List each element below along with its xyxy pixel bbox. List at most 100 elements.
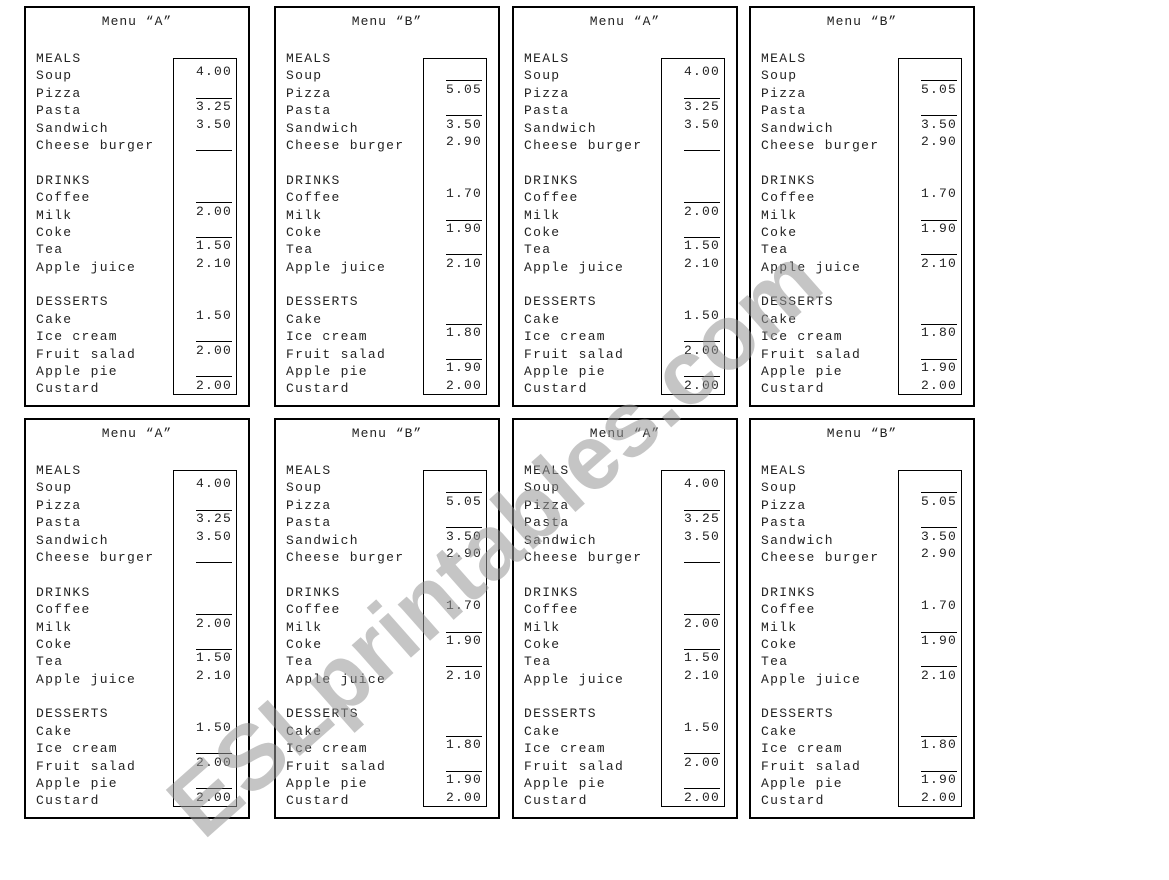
price-value: 1.50: [681, 308, 731, 328]
price-text: 2.00: [684, 789, 721, 805]
price-text: 4.00: [196, 64, 233, 80]
price-value: 1.90: [443, 221, 493, 241]
price-text: 1.80: [921, 737, 958, 753]
price-value: 1.90: [918, 633, 968, 653]
menu-card-b: Menu “B” MEALS Soup Pizza 5.05 Pasta Sandwich 3…: [274, 6, 500, 407]
price-blank[interactable]: [681, 137, 731, 154]
price-value: 1.70: [918, 598, 968, 618]
price-text: 1.50: [684, 650, 721, 666]
price-value: 4.00: [681, 64, 731, 84]
price-value: 1.50: [193, 308, 243, 328]
blank-line: [684, 562, 720, 563]
price-text: 2.00: [921, 377, 958, 393]
price-text: 2.00: [196, 377, 233, 393]
price-text: 1.70: [921, 598, 958, 614]
price-text: 5.05: [446, 493, 483, 509]
price-value: 2.00: [193, 616, 243, 636]
price-text: 1.50: [196, 720, 233, 735]
section-heading: MEALS: [286, 51, 332, 66]
price-value: 5.05: [443, 493, 493, 514]
price-text: 2.00: [921, 789, 958, 805]
price-text: 3.50: [446, 116, 483, 132]
menu-title: Menu “A”: [101, 14, 173, 29]
price-value: 3.50: [193, 528, 243, 549]
price-text: 3.50: [196, 116, 233, 132]
price-text: 1.90: [921, 772, 958, 788]
price-value: 1.70: [443, 598, 493, 618]
price-text: 1.80: [921, 325, 958, 341]
price-value: 2.00: [681, 377, 731, 398]
section-heading: MEALS: [761, 463, 807, 478]
price-text: 3.25: [196, 511, 233, 527]
price-text: 2.10: [196, 667, 233, 683]
price-blank[interactable]: [193, 137, 243, 154]
menu-card-a: Menu “A” MEALS Soup 4.00 Pizza Pasta 3.25 Sandw…: [24, 6, 250, 407]
price-value: 1.80: [918, 737, 968, 757]
price-value: 2.10: [918, 256, 968, 276]
price-text: 1.90: [446, 772, 483, 788]
price-blank[interactable]: [193, 549, 243, 566]
price-value: 2.90: [443, 134, 493, 154]
price-text: 2.00: [446, 377, 483, 393]
price-text: 2.00: [196, 754, 233, 770]
section-heading: DESSERTS: [761, 294, 834, 310]
menu-list: MEALS Soup Pizza 5.05 Pasta Sandwich 3.50 Chees…: [761, 50, 961, 398]
price-text: 3.50: [446, 528, 483, 544]
price-value: 1.80: [918, 325, 968, 345]
price-value: 2.00: [918, 789, 968, 810]
price-text: 2.00: [684, 754, 721, 770]
price-text: 1.50: [684, 308, 721, 323]
price-value: 1.50: [193, 720, 243, 740]
menu-list: MEALS Soup Pizza 5.05 Pasta Sandwich 3.50 Chees…: [286, 462, 486, 810]
price-text: 1.80: [446, 737, 483, 753]
menu-card-b: Menu “B” MEALS Soup Pizza 5.05 Pasta Sandwich 3…: [749, 418, 975, 819]
price-value: 2.10: [193, 256, 243, 276]
price-text: 2.00: [684, 203, 721, 219]
price-text: 1.50: [684, 720, 721, 735]
price-text: 2.10: [446, 667, 483, 683]
price-text: 3.50: [921, 528, 958, 544]
price-text: 1.90: [921, 221, 958, 236]
menu-title: Menu “A”: [589, 426, 661, 441]
price-text: 1.50: [684, 238, 721, 254]
price-value: 2.90: [443, 546, 493, 566]
price-text: 2.00: [196, 203, 233, 219]
menu-list: MEALS Soup 4.00 Pizza Pasta 3.25 Sandwich 3.50 C…: [36, 462, 236, 810]
price-text: 3.50: [196, 528, 233, 544]
menu-card-b: Menu “B” MEALS Soup Pizza 5.05 Pasta Sandwich 3…: [749, 6, 975, 407]
section-heading: DRINKS: [36, 584, 91, 600]
price-value: 2.00: [443, 790, 493, 810]
price-text: 5.05: [921, 81, 958, 97]
menu-title: Menu “B”: [826, 426, 898, 441]
price-text: 4.00: [196, 476, 233, 492]
price-blank[interactable]: [681, 549, 731, 566]
section-heading: DESSERTS: [761, 706, 834, 722]
price-text: 2.90: [921, 134, 958, 149]
price-value: 1.90: [918, 221, 968, 241]
price-value: 2.10: [443, 256, 493, 276]
price-text: 1.90: [446, 360, 483, 376]
price-text: 2.00: [684, 615, 721, 631]
blank-line: [196, 150, 232, 151]
price-text: 1.70: [446, 598, 483, 614]
price-value: 2.00: [193, 203, 243, 224]
price-value: 4.00: [193, 64, 243, 84]
price-text: 2.00: [684, 377, 721, 393]
price-value: 2.10: [193, 667, 243, 688]
price-value: 3.50: [681, 117, 731, 137]
price-text: 3.50: [921, 116, 958, 132]
section-heading: MEALS: [286, 463, 332, 478]
price-text: 2.90: [446, 546, 483, 561]
price-text: 5.05: [446, 81, 483, 97]
